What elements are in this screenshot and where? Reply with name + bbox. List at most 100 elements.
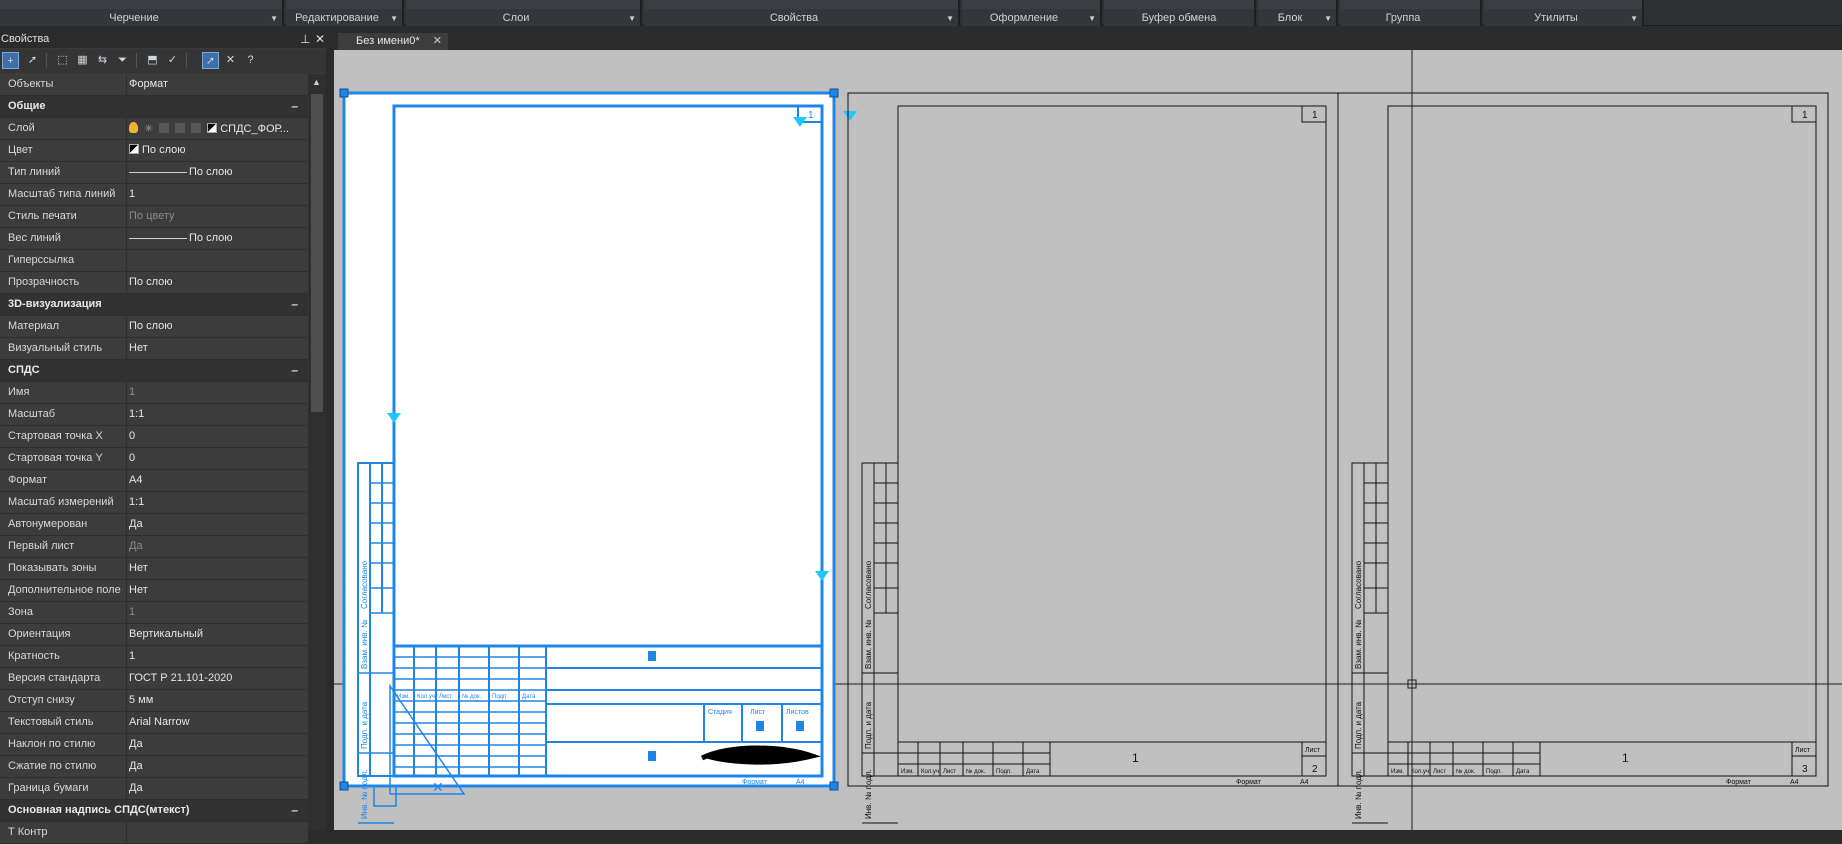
chevron-down-icon[interactable]: ▼: [1324, 14, 1332, 23]
invert-selection-icon[interactable]: ⇆: [94, 52, 111, 69]
ribbon-group-group[interactable]: Группа: [1340, 0, 1482, 26]
drawing-sheet-2[interactable]: 1 Согласовано Взам. инв. № Подп. и дата Инв.…: [847, 92, 1339, 824]
collapse-icon[interactable]: –: [291, 803, 298, 817]
drawing-canvas[interactable]: 1 Согласовано Взам. инв. № Подп. и дата Инв.…: [334, 50, 1842, 830]
crossing-select-icon[interactable]: ▦: [74, 52, 91, 69]
property-value[interactable]: 0: [129, 430, 135, 442]
deselect-icon[interactable]: ✕: [222, 52, 239, 69]
collapse-icon[interactable]: –: [291, 363, 298, 377]
property-row-hyperlink[interactable]: Гиперссылка: [0, 250, 308, 272]
property-row-spds[interactable]: Масштаб 1:1: [0, 404, 308, 426]
property-value[interactable]: 1:1: [129, 408, 144, 420]
property-row-spds[interactable]: Текстовый стиль Arial Narrow: [0, 712, 308, 734]
property-row-spds[interactable]: Наклон по стилю Да: [0, 734, 308, 756]
property-value[interactable]: Да: [129, 738, 143, 750]
property-value[interactable]: A4: [129, 474, 142, 486]
property-row-spds[interactable]: Ориентация Вертикальный: [0, 624, 308, 646]
property-value[interactable]: По слою: [129, 320, 173, 332]
scroll-up-icon[interactable]: ▲: [312, 77, 321, 87]
section-header-3d[interactable]: 3D-визуализация –: [0, 294, 308, 316]
close-icon[interactable]: ✕: [315, 30, 325, 48]
property-value[interactable]: 1: [129, 650, 135, 662]
select-objects-icon[interactable]: ➚: [24, 52, 41, 69]
property-row-linetype[interactable]: Тип линий По слою: [0, 162, 308, 184]
property-value[interactable]: Нет: [129, 562, 148, 574]
property-row-spds[interactable]: Имя 1: [0, 382, 308, 404]
ribbon-group-block[interactable]: Блок ▼: [1258, 0, 1338, 26]
property-row-spds[interactable]: Показывать зоны Нет: [0, 558, 308, 580]
chevron-down-icon[interactable]: ▼: [1630, 14, 1638, 23]
property-row-spds[interactable]: Отступ снизу 5 мм: [0, 690, 308, 712]
property-value[interactable]: Да: [129, 782, 143, 794]
property-value[interactable]: 5 мм: [129, 694, 153, 706]
property-row-material[interactable]: Материал По слою: [0, 316, 308, 338]
property-value[interactable]: 1:1: [129, 496, 144, 508]
property-row-spds[interactable]: Стартовая точка X 0: [0, 426, 308, 448]
chevron-down-icon[interactable]: ▼: [1088, 14, 1096, 23]
property-value[interactable]: По слою: [129, 166, 233, 178]
scrollbar-thumb[interactable]: [311, 94, 323, 412]
ribbon-group-clipboard[interactable]: Буфер обмена: [1104, 0, 1256, 26]
collapse-icon[interactable]: –: [291, 99, 298, 113]
help-icon[interactable]: ?: [242, 52, 259, 69]
chevron-down-icon[interactable]: ▼: [628, 14, 636, 23]
pin-icon[interactable]: ⊥: [300, 30, 310, 48]
toggle-check-icon[interactable]: ✓: [164, 52, 181, 69]
property-row-spds[interactable]: Первый лист Да: [0, 536, 308, 558]
window-select-icon[interactable]: ⬚: [54, 52, 71, 69]
property-row-plotstyle[interactable]: Стиль печати По цвету: [0, 206, 308, 228]
quick-filter-icon[interactable]: ⏷: [114, 52, 131, 69]
chevron-down-icon[interactable]: ▼: [946, 14, 954, 23]
property-value[interactable]: Да: [129, 518, 143, 530]
property-row-color[interactable]: Цвет По слою: [0, 140, 308, 162]
property-row-lineweight[interactable]: Вес линий По слою: [0, 228, 308, 250]
property-row-spds[interactable]: Кратность 1: [0, 646, 308, 668]
property-value[interactable]: По слою: [129, 144, 186, 156]
section-header-titleblock[interactable]: Основная надпись СПДС(мтекст) –: [0, 800, 308, 822]
ribbon-group-properties[interactable]: Свойства ▼: [644, 0, 960, 26]
property-row-tkontr[interactable]: Т Контр: [0, 822, 308, 844]
palette-scrollbar[interactable]: ▲: [308, 74, 326, 830]
ribbon-group-layers[interactable]: Слои ▼: [406, 0, 642, 26]
property-value[interactable]: По слою: [129, 276, 173, 288]
property-value[interactable]: ГОСТ Р 21.101-2020: [129, 672, 232, 684]
property-row-spds[interactable]: Сжатие по стилю Да: [0, 756, 308, 778]
property-row-layer[interactable]: Слой ✳ СПДС_ФОР...: [0, 118, 308, 140]
property-row-spds[interactable]: Масштаб измерений 1:1: [0, 492, 308, 514]
property-value[interactable]: Да: [129, 760, 143, 772]
property-value[interactable]: 0: [129, 452, 135, 464]
property-row-visualstyle[interactable]: Визуальный стиль Нет: [0, 338, 308, 360]
property-value[interactable]: Нет: [129, 342, 148, 354]
property-value[interactable]: Arial Narrow: [129, 716, 190, 728]
property-row-objects[interactable]: Объекты Формат: [0, 74, 308, 96]
add-to-selection-icon[interactable]: +: [2, 52, 19, 69]
section-header-spds[interactable]: СПДС –: [0, 360, 308, 382]
chevron-down-icon[interactable]: ▼: [270, 14, 278, 23]
property-row-spds[interactable]: Стартовая точка Y 0: [0, 448, 308, 470]
property-row-spds[interactable]: Формат A4: [0, 470, 308, 492]
property-value[interactable]: По слою: [129, 232, 233, 244]
property-value[interactable]: Нет: [129, 584, 148, 596]
property-row-spds[interactable]: Зона 1: [0, 602, 308, 624]
property-row-spds[interactable]: Дополнительное поле Нет: [0, 580, 308, 602]
ribbon-group-edit[interactable]: Редактирование ▼: [286, 0, 404, 26]
property-value[interactable]: Формат: [129, 78, 168, 90]
property-row-spds[interactable]: Версия стандарта ГОСТ Р 21.101-2020: [0, 668, 308, 690]
property-row-spds[interactable]: Автонумерован Да: [0, 514, 308, 536]
document-tab[interactable]: Без имени0* ✕: [338, 33, 448, 50]
select-similar-icon[interactable]: ⬒: [144, 52, 161, 69]
property-row-spds[interactable]: Граница бумаги Да: [0, 778, 308, 800]
drawing-viewport[interactable]: 1 Согласовано Взам. инв. № Подп. и дата Инв.…: [334, 50, 1842, 830]
chevron-down-icon[interactable]: ▼: [390, 14, 398, 23]
ribbon-group-drawing[interactable]: Черчение ▼: [0, 0, 284, 26]
property-value[interactable]: ✳ СПДС_ФОР...: [129, 122, 289, 135]
property-row-transparency[interactable]: Прозрачность По слою: [0, 272, 308, 294]
property-row-ltscale[interactable]: Масштаб типа линий 1: [0, 184, 308, 206]
property-value[interactable]: 1: [129, 188, 135, 200]
property-value[interactable]: Вертикальный: [129, 628, 203, 640]
pickadd-icon[interactable]: ➚: [202, 52, 219, 69]
ribbon-group-utilities[interactable]: Утилиты ▼: [1484, 0, 1644, 26]
section-header-general[interactable]: Общие –: [0, 96, 308, 118]
ribbon-group-design[interactable]: Оформление ▼: [962, 0, 1102, 26]
close-tab-icon[interactable]: ✕: [433, 33, 442, 50]
